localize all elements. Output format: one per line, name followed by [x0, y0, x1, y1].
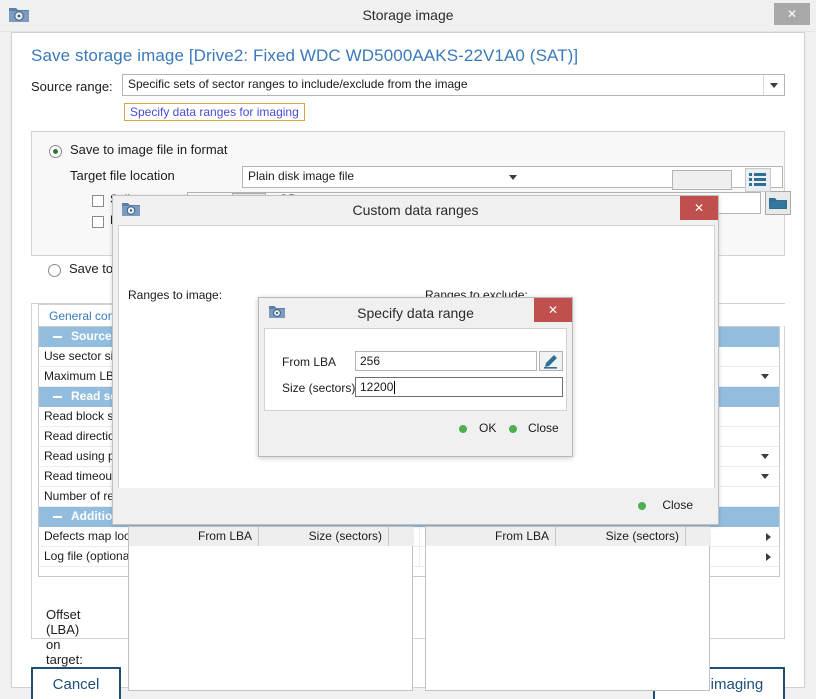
list-view-button[interactable]: [745, 168, 771, 192]
window-titlebar: Storage image ✕: [0, 0, 816, 32]
size-sectors-input[interactable]: 12200: [355, 377, 563, 397]
ok-status-dot-icon: [459, 425, 467, 433]
include-ranges-table[interactable]: From LBA Size (sectors): [128, 526, 413, 691]
size-sectors-value: 12200: [360, 380, 393, 394]
chevron-right-icon[interactable]: [766, 533, 771, 541]
close-status-dot-icon: [509, 425, 517, 433]
source-range-label: Source range:: [31, 79, 113, 94]
include-col-from-lba[interactable]: From LBA: [129, 527, 259, 546]
custom-ranges-close-action[interactable]: Close: [662, 498, 693, 512]
source-range-value: Specific sets of sector ranges to includ…: [128, 77, 468, 91]
target-file-label: Target file location: [70, 168, 175, 183]
specify-data-ranges-link[interactable]: Specify data ranges for imaging: [124, 103, 305, 121]
exclude-col-size[interactable]: Size (sectors): [556, 527, 686, 546]
specify-range-title: Specify data range: [259, 298, 572, 328]
chevron-down-icon[interactable]: [761, 374, 769, 379]
specify-range-ok-button[interactable]: OK: [479, 421, 496, 435]
size-sectors-label: Size (sectors): [282, 381, 355, 395]
custom-ranges-title: Custom data ranges: [113, 196, 718, 225]
exclude-ranges-table[interactable]: From LBA Size (sectors): [425, 526, 710, 691]
exclude-col-spacer: [686, 527, 711, 546]
save-file-radio-label: Save to image file in format: [70, 142, 228, 157]
chevron-down-icon[interactable]: [763, 75, 784, 95]
collapse-icon[interactable]: [53, 516, 62, 518]
from-lba-label: From LBA: [282, 355, 336, 369]
chevron-down-icon[interactable]: [761, 454, 769, 459]
from-lba-value: 256: [360, 354, 380, 368]
specify-range-close-button[interactable]: ✕: [534, 298, 572, 322]
browse-folder-button[interactable]: [765, 191, 791, 215]
checkbox-dont[interactable]: [92, 216, 104, 228]
from-lba-pencil-button[interactable]: [539, 351, 563, 371]
include-col-size[interactable]: Size (sectors): [259, 527, 389, 546]
checkbox-split[interactable]: [92, 195, 104, 207]
specify-range-body: From LBA 256 Size (sectors) 12200: [264, 328, 567, 411]
offset-label: Offset (LBA) on target:: [46, 607, 83, 667]
include-col-spacer: [389, 527, 414, 546]
exclude-col-from-lba[interactable]: From LBA: [426, 527, 556, 546]
include-table-header: From LBA Size (sectors): [129, 527, 412, 546]
ranges-to-image-label: Ranges to image:: [128, 288, 222, 302]
chevron-down-icon[interactable]: [761, 474, 769, 479]
custom-ranges-footer: Close: [113, 488, 718, 524]
format-value: Plain disk image file: [248, 169, 354, 183]
window-title: Storage image: [0, 0, 816, 31]
close-status-dot-icon: [638, 502, 646, 510]
text-caret: [394, 381, 395, 394]
from-lba-input[interactable]: 256: [355, 351, 537, 371]
chevron-right-icon[interactable]: [766, 553, 771, 561]
collapse-icon[interactable]: [53, 336, 62, 338]
page-title: Save storage image [Drive2: Fixed WDC WD…: [31, 46, 578, 66]
source-range-select[interactable]: Specific sets of sector ranges to includ…: [122, 74, 785, 96]
specify-data-range-dialog: Specify data range ✕ From LBA 256 Size (…: [258, 297, 573, 457]
specify-range-close-action[interactable]: Close: [528, 421, 559, 435]
specify-range-footer: OK Close: [259, 411, 572, 456]
radio-save-to-other[interactable]: [48, 264, 61, 277]
storage-image-window: Storage image ✕ Save storage image [Driv…: [0, 0, 816, 699]
radio-save-to-image-file[interactable]: [49, 145, 62, 158]
exclude-table-header: From LBA Size (sectors): [426, 527, 709, 546]
custom-ranges-close-button[interactable]: ✕: [680, 196, 718, 220]
window-close-button[interactable]: ✕: [774, 3, 810, 25]
save-to-select[interactable]: [672, 170, 732, 190]
cancel-button[interactable]: Cancel: [31, 667, 121, 699]
save-to-radio-label: Save to: [69, 261, 113, 276]
collapse-icon[interactable]: [53, 396, 62, 398]
